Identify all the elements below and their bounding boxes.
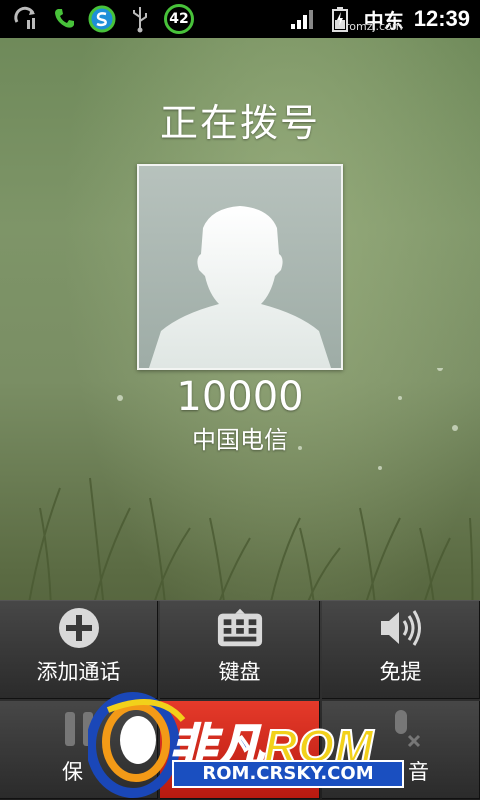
signal-icon [288,5,316,33]
speaker-icon [377,606,425,650]
dialed-number: 10000 [176,374,304,420]
app-s-icon [88,5,116,33]
badge-42-icon: 42 [164,4,194,34]
add-call-button[interactable]: 添加通话 [0,601,158,699]
default-avatar-icon [139,166,341,368]
keypad-icon [216,606,264,650]
status-watermark: romzj.com [345,20,403,33]
sync-icon [12,5,40,33]
logo-url: ROM.CRSKY.COM [172,760,404,788]
add-icon [55,606,103,650]
hold-label: 保 [62,760,83,784]
carrier-name: 中国电信 [192,426,288,454]
speaker-label: 免提 [379,660,422,684]
status-time: 12:39 [413,6,470,31]
speaker-button[interactable]: 免提 [322,601,480,699]
status-bar: 42 中东 12:39 romzj.com [0,0,480,38]
keypad-button[interactable]: 键盘 [160,601,320,699]
keypad-label: 键盘 [218,660,261,684]
contact-photo [137,164,343,370]
usb-icon [126,5,154,33]
call-status-title: 正在拨号 [159,101,320,145]
add-call-label: 添加通话 [36,660,121,684]
phone-call-icon [50,5,78,33]
in-call-screen: 42 中东 12:39 romzj.com 正在拨号 10000 中国电信 添加… [0,0,480,800]
